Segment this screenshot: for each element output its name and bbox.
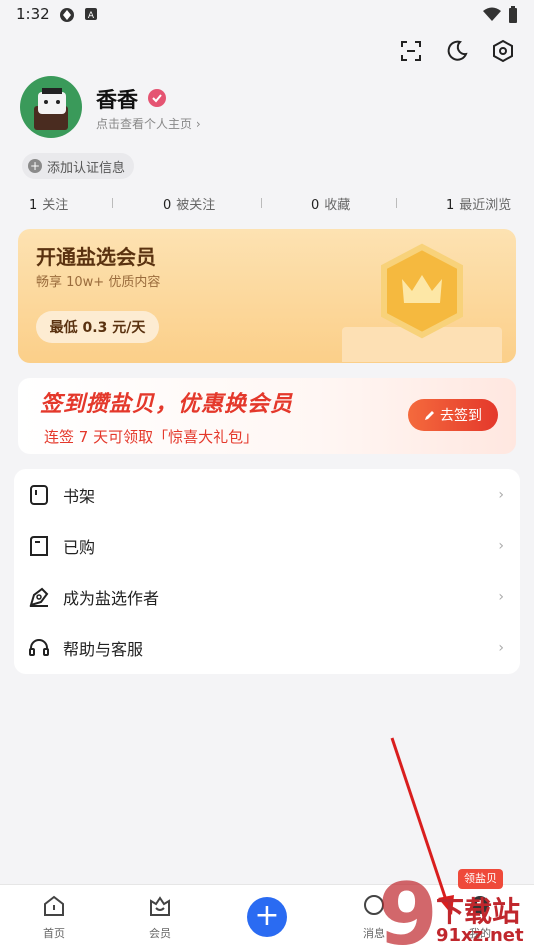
create-plus-button[interactable]: + [247,897,287,937]
status-time: 1:32 [16,5,50,23]
vip-icon [150,896,170,916]
vip-card[interactable]: 开通盐选会员 畅享 10w+ 优质内容 最低 0.3 元/天 [18,229,516,363]
stat-divider [112,198,113,208]
menu-item-purchased[interactable]: 已购 › [14,520,520,571]
verified-icon [148,89,166,107]
home-icon [44,895,64,916]
vip-crown-badge-icon [342,243,502,362]
headset-icon [29,638,49,656]
avatar[interactable] [20,76,82,138]
tab-label: 会员 [149,927,171,940]
watermark-title: 下载站 [436,895,521,928]
add-cert-label: 添加认证信息 [47,160,126,176]
stat-following[interactable]: 1 关注 [29,194,68,213]
stat-divider [396,198,397,208]
stat-recent[interactable]: 1 最近浏览 [446,194,511,213]
chevron-right-icon: › [498,588,504,605]
checkin-subtitle: 连签 7 天可领取「惊喜大礼包」 [44,428,259,446]
chevron-right-icon: › [498,639,504,656]
tab-vip[interactable]: 会员 [130,893,190,941]
top-toolbar [398,38,516,64]
checkin-card[interactable]: 签到攒盐贝，优惠换会员 连签 7 天可领取「惊喜大礼包」 去签到 [18,378,516,454]
moon-icon[interactable] [444,38,470,64]
status-bar: 1:32 A [0,0,534,28]
checkin-button[interactable]: 去签到 [408,399,498,431]
watermark-url: 91xz.net [436,925,524,946]
battery-icon [509,6,517,23]
profile-link[interactable]: 点击查看个人主页 › [96,115,201,132]
app-notify-icon: A [85,8,97,21]
tab-label: 首页 [43,927,65,940]
chevron-right-icon: › [498,486,504,503]
menu-item-become-author[interactable]: 成为盐选作者 › [14,571,520,622]
menu-item-label: 书架 [63,486,96,506]
pencil-icon [425,411,434,420]
vip-subtitle: 畅享 10w+ 优质内容 [36,275,161,290]
menu-item-label: 已购 [63,537,96,557]
username[interactable]: 香香 [96,84,138,114]
stat-favorites[interactable]: 0 收藏 [311,194,350,213]
stat-followers[interactable]: 0 被关注 [163,194,215,213]
menu-item-label: 帮助与客服 [63,639,144,659]
checkin-title: 签到攒盐贝，优惠换会员 [40,392,294,417]
pen-icon [29,587,49,607]
vip-title: 开通盐选会员 [36,245,156,269]
bookshelf-icon [30,484,48,505]
svg-text:9: 9 [378,865,438,950]
stats-row: 1 关注 0 被关注 0 收藏 1 最近浏览 [0,194,534,213]
tab-home[interactable]: 首页 [24,893,84,941]
menu-item-bookshelf[interactable]: 书架 › [14,469,520,520]
plus-icon: + [28,159,42,173]
svg-text:A: A [88,11,95,21]
add-cert-button[interactable]: + 添加认证信息 [22,153,135,179]
menu-item-help[interactable]: 帮助与客服 › [14,622,520,673]
settings-icon[interactable] [490,38,516,64]
sync-icon [60,8,74,22]
checkin-button-label: 去签到 [440,408,482,424]
chevron-right-icon: › [498,537,504,554]
menu-item-label: 成为盐选作者 [63,588,160,608]
purchased-icon [30,535,48,556]
scan-icon[interactable] [398,38,424,64]
stat-divider [261,198,262,208]
menu-list: 书架 › 已购 › 成为盐选作者 › 帮助与客服 › [14,469,520,674]
vip-price-button[interactable]: 最低 0.3 元/天 [36,311,159,343]
wifi-icon [483,7,501,21]
